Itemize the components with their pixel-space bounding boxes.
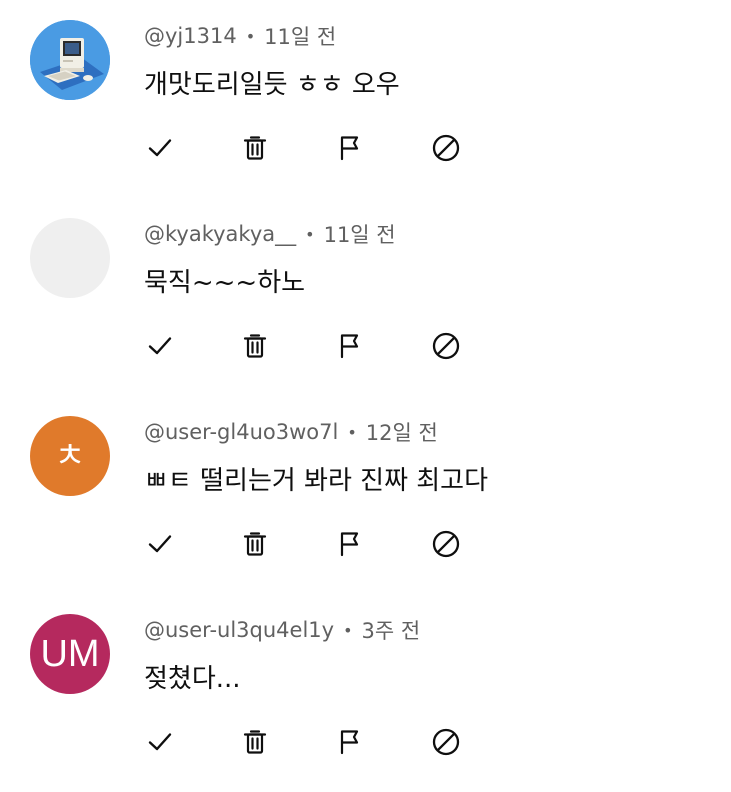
flag-icon <box>340 136 359 161</box>
comment-time: 3주 전 <box>361 619 421 643</box>
delete-button[interactable] <box>239 326 271 366</box>
comment-text: 젖쳤다... <box>144 663 241 694</box>
meta-separator: • <box>245 26 256 46</box>
checkmark-icon <box>148 337 172 355</box>
approve-button[interactable] <box>144 722 176 762</box>
trash-icon <box>243 730 267 754</box>
meta-separator: • <box>305 224 315 244</box>
checkmark-icon <box>148 139 172 157</box>
comment-text: ㅃㅌ 떨리는거 봐라 진짜 최고다 <box>144 465 489 496</box>
comment-text: 개맛도리일듯 ㅎㅎ 오우 <box>144 69 400 100</box>
comment-time: 11일 전 <box>264 25 337 49</box>
comment-item: UM @user-ul3qu4el1y • 3주 전 젖쳤다... <box>0 594 731 792</box>
delete-button[interactable] <box>239 722 271 762</box>
trash-icon <box>243 334 267 358</box>
comment-text: 묵직~~~하노 <box>144 267 306 298</box>
comment-meta: @user-ul3qu4el1y • 3주 전 <box>144 615 420 645</box>
block-icon <box>432 134 460 162</box>
trash-icon <box>243 136 267 160</box>
approve-button[interactable] <box>144 326 176 366</box>
comment-meta: @kyakyakya__ • 11일 전 <box>144 219 396 249</box>
flag-icon <box>340 334 359 359</box>
flag-icon <box>340 532 359 557</box>
avatar[interactable]: ㅊ <box>30 416 110 496</box>
comment-author[interactable]: @kyakyakya__ <box>144 222 296 246</box>
avatar-initials: ㅊ <box>54 437 86 475</box>
comment-author[interactable]: @yj1314 <box>144 24 237 48</box>
flag-icon <box>340 730 359 755</box>
comment-item: @yj1314 • 11일 전 개맛도리일듯 ㅎㅎ 오우 <box>0 0 731 198</box>
block-icon <box>432 332 460 360</box>
comment-item: @kyakyakya__ • 11일 전 묵직~~~하노 <box>0 198 731 396</box>
retro-computer-icon <box>30 20 110 100</box>
delete-button[interactable] <box>239 128 271 168</box>
avatar[interactable] <box>30 218 110 298</box>
block-icon <box>432 530 460 558</box>
meta-separator: • <box>343 620 353 640</box>
report-button[interactable] <box>334 722 366 762</box>
comment-item: ㅊ @user-gl4uo3wo7l • 12일 전 ㅃㅌ 떨리는거 봐라 진짜… <box>0 396 731 594</box>
comment-author[interactable]: @user-ul3qu4el1y <box>144 618 334 642</box>
report-button[interactable] <box>334 128 366 168</box>
avatar-initials: UM <box>40 633 100 675</box>
delete-button[interactable] <box>239 524 271 564</box>
comment-time: 11일 전 <box>323 223 396 247</box>
block-button[interactable] <box>430 524 462 564</box>
block-button[interactable] <box>430 326 462 366</box>
report-button[interactable] <box>334 524 366 564</box>
comment-author[interactable]: @user-gl4uo3wo7l <box>144 420 338 444</box>
report-button[interactable] <box>334 326 366 366</box>
comment-time: 12일 전 <box>365 421 438 445</box>
avatar[interactable] <box>30 20 110 100</box>
trash-icon <box>243 532 267 556</box>
approve-button[interactable] <box>144 524 176 564</box>
comment-meta: @yj1314 • 11일 전 <box>144 21 336 51</box>
comment-meta: @user-gl4uo3wo7l • 12일 전 <box>144 417 438 447</box>
approve-button[interactable] <box>144 128 176 168</box>
block-icon <box>432 728 460 756</box>
block-button[interactable] <box>430 722 462 762</box>
checkmark-icon <box>148 733 172 751</box>
avatar[interactable]: UM <box>30 614 110 694</box>
checkmark-icon <box>148 535 172 553</box>
meta-separator: • <box>347 422 357 442</box>
block-button[interactable] <box>430 128 462 168</box>
